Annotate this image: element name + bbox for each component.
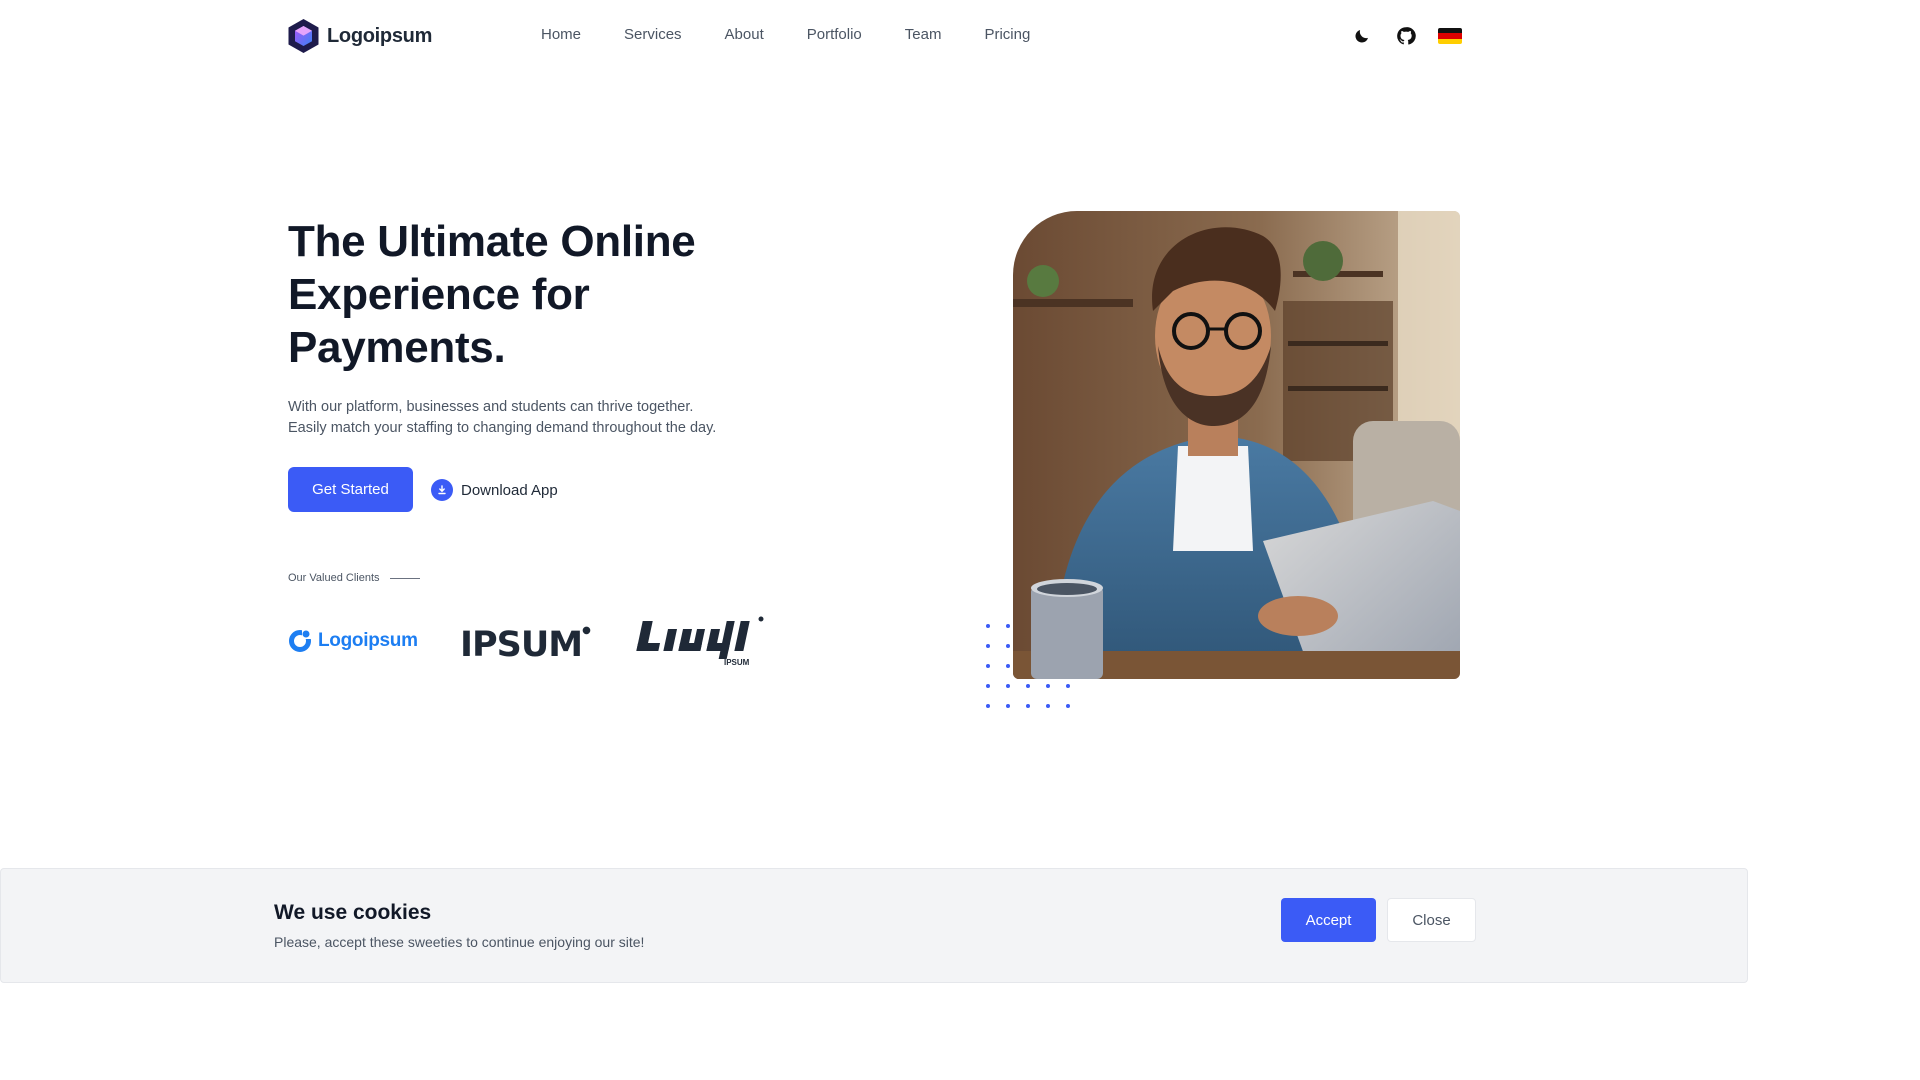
client-logo-ipsum: IPSUM● (460, 625, 591, 665)
main-nav: Home Services About Portfolio Team Prici… (541, 26, 1073, 43)
clients-label-text: Our Valued Clients (288, 572, 380, 584)
accept-cookies-button[interactable]: Accept (1281, 898, 1376, 942)
site-header: Logoipsum Home Services About Portfolio … (0, 0, 1920, 72)
cookie-title: We use cookies (274, 901, 432, 924)
nav-portfolio[interactable]: Portfolio (807, 26, 862, 43)
github-icon[interactable] (1394, 24, 1418, 48)
clients-divider (389, 577, 420, 579)
moon-icon[interactable] (1350, 24, 1374, 48)
close-cookies-button[interactable]: Close (1387, 898, 1476, 942)
hero-subtitle-line2: Easily match your staffing to changing d… (288, 420, 717, 436)
cookie-banner: We use cookies Please, accept these swee… (0, 868, 1748, 983)
man-with-laptop-photo (1013, 211, 1460, 679)
client-logo-logoipsum-text: Logoipsum (318, 630, 418, 651)
brand-name: Logoipsum (327, 24, 433, 47)
client-logo-stripes-text: IPSUM (724, 658, 750, 667)
german-flag-icon[interactable] (1438, 24, 1462, 48)
nav-services[interactable]: Services (624, 26, 682, 43)
hero-title: The Ultimate Online Experience for Payme… (288, 217, 696, 372)
client-logo-logoipsum: Logoipsum (288, 629, 418, 653)
download-icon (431, 479, 453, 501)
cookie-text: Please, accept these sweeties to continu… (274, 934, 645, 950)
brand-logo[interactable]: Logoipsum (287, 18, 432, 54)
header-actions (1350, 24, 1462, 48)
hexagon-logo-icon (288, 19, 319, 53)
hero-subtitle-line1: With our platform, businesses and studen… (288, 399, 694, 415)
hero-photo-illustration (1013, 211, 1460, 679)
nav-team[interactable]: Team (905, 26, 942, 43)
nav-home[interactable]: Home (541, 26, 581, 43)
nav-pricing[interactable]: Pricing (984, 26, 1030, 43)
client-logo-ipsum-stripes: IPSUM (634, 615, 764, 674)
hero-subtitle: With our platform, businesses and studen… (288, 397, 758, 439)
stripes-logo-icon: IPSUM (636, 616, 764, 667)
download-app-button[interactable]: Download App (431, 479, 558, 501)
nav-about[interactable]: About (725, 26, 764, 43)
clients-label: Our Valued Clients (288, 572, 420, 584)
get-started-button[interactable]: Get Started (288, 467, 413, 512)
download-app-label: Download App (461, 481, 558, 499)
ring-logo-icon (289, 629, 312, 652)
client-logo-ipsum-text: IPSUM (460, 625, 583, 665)
